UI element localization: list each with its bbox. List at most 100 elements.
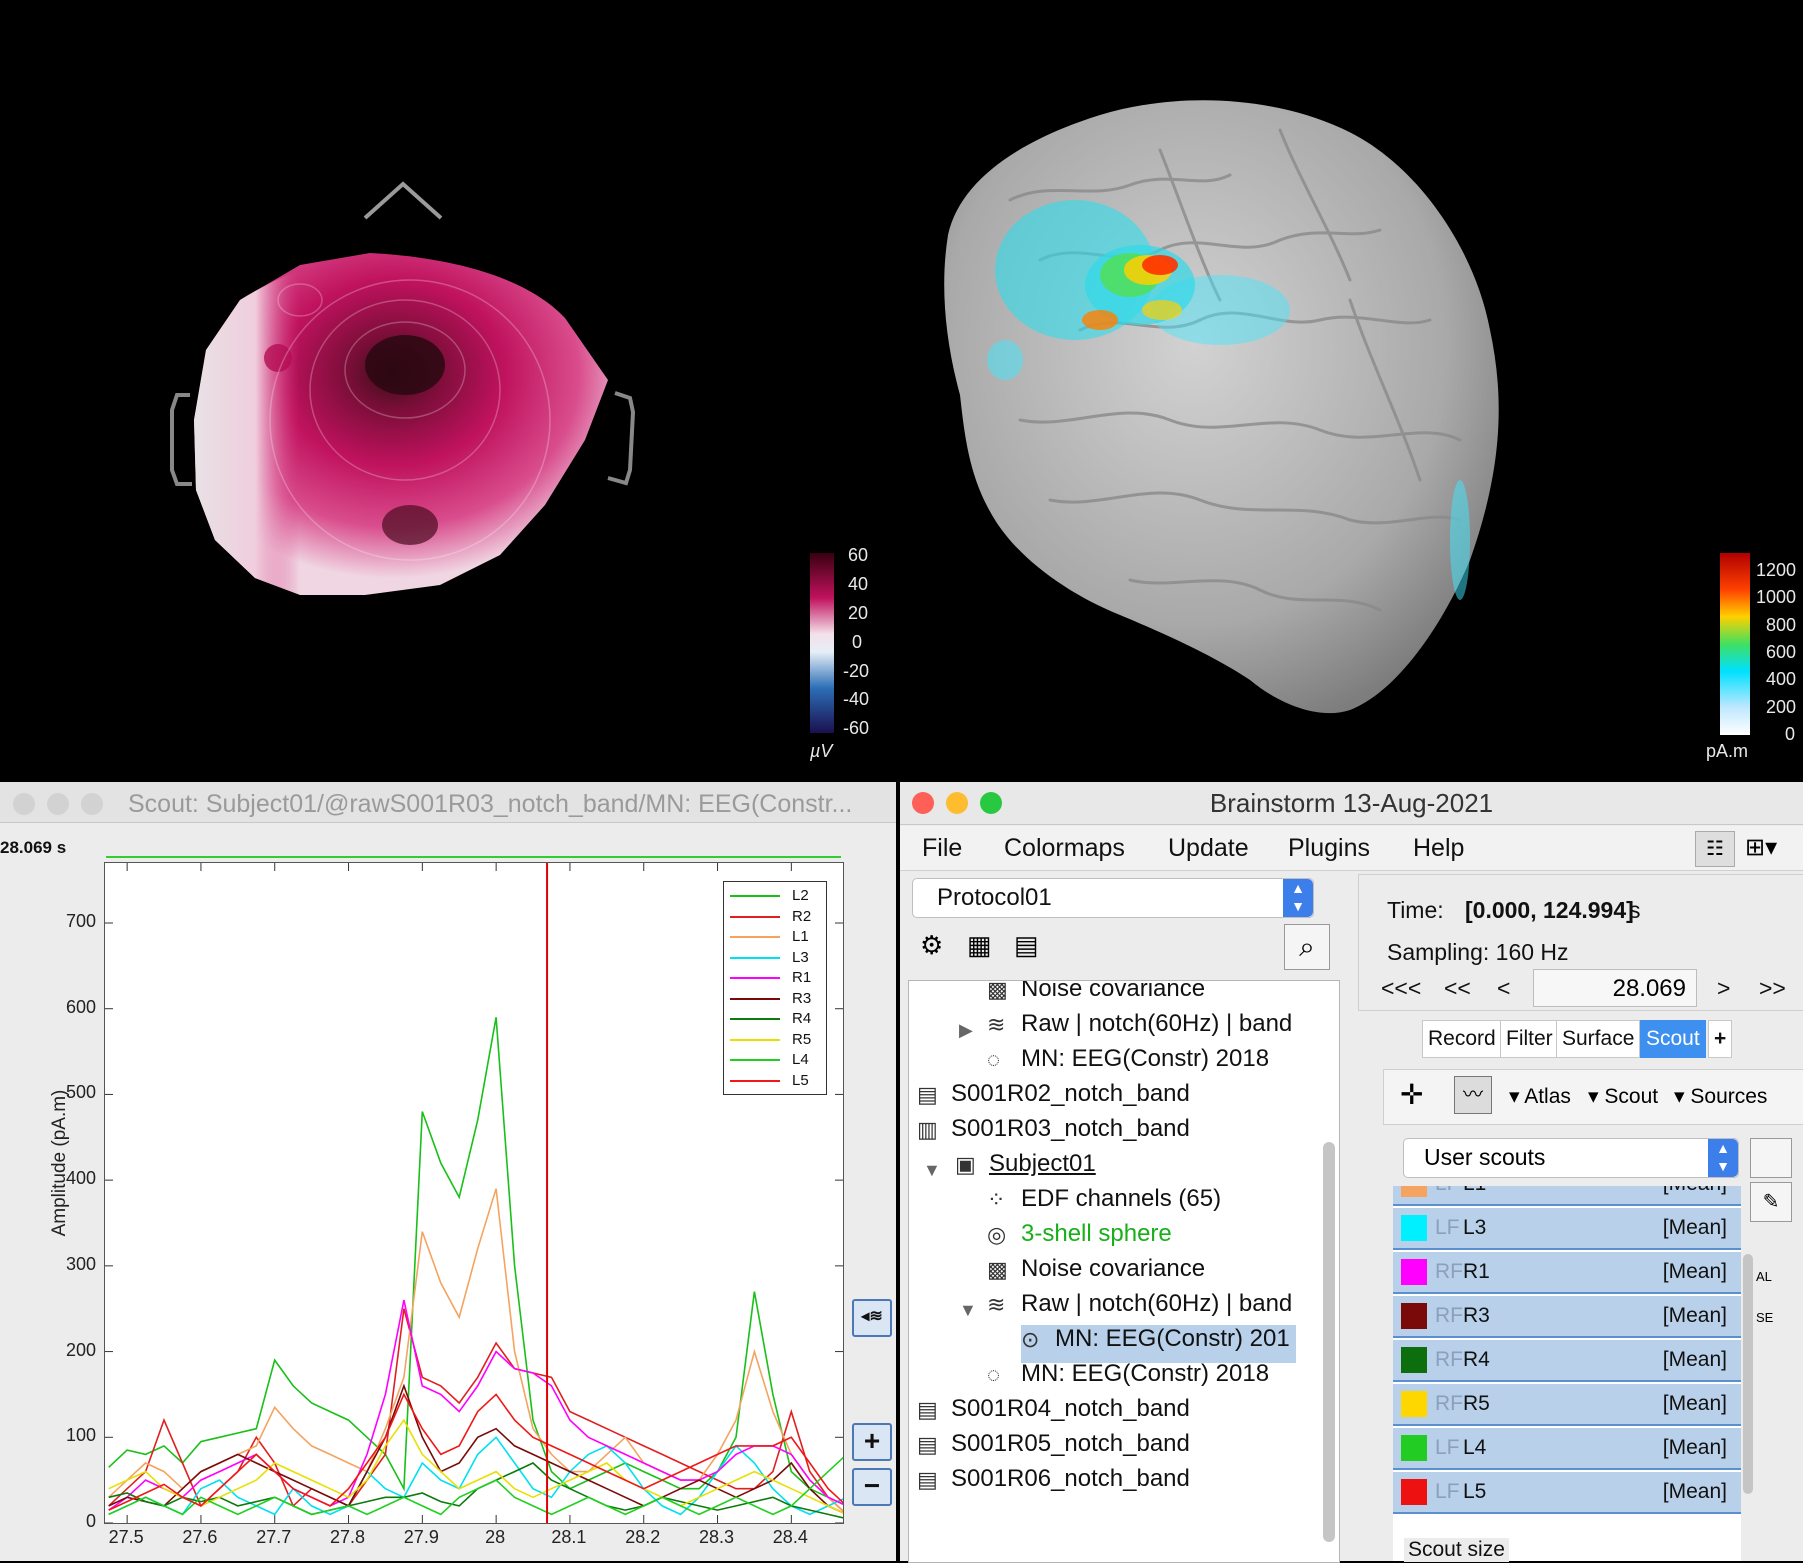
zoom-button[interactable]	[81, 793, 103, 815]
scout-row[interactable]: LFL1 [Mean]	[1393, 1186, 1741, 1206]
tree-node[interactable]: ▩ Noise covariance	[987, 980, 1206, 1013]
scout-function: [Mean]	[1662, 1348, 1727, 1371]
scout-function: [Mean]	[1662, 1436, 1727, 1459]
nav-prev-button[interactable]: <	[1497, 975, 1510, 1002]
crosshair-icon[interactable]: ✛	[1400, 1078, 1423, 1111]
collapse-arrow-icon[interactable]: ▼	[959, 1300, 977, 1321]
menu-help[interactable]: Help	[1413, 834, 1464, 863]
scout-row[interactable]: LF L4 [Mean]	[1393, 1428, 1741, 1470]
tab-record[interactable]: Record	[1422, 1020, 1502, 1058]
functional-condition-view-icon[interactable]: ▤	[1014, 930, 1039, 961]
nav-next-fast-button[interactable]: >>	[1759, 975, 1786, 1002]
tree-node[interactable]: ≋ Raw | notch(60Hz) | band	[987, 1010, 1292, 1048]
scout-list-scrollbar[interactable]	[1743, 1254, 1753, 1494]
tree-node-label: S001R04_notch_band	[951, 1395, 1190, 1422]
anatomy-view-icon[interactable]: ⚙	[920, 930, 943, 961]
link-icon: ⊙	[1021, 1326, 1040, 1352]
tree-node-label: Noise covariance	[1021, 980, 1206, 1002]
scout-function: [Mean]	[1662, 1392, 1727, 1415]
zoom-out-button[interactable]: −	[852, 1468, 892, 1506]
tree-node-label: MN: EEG(Constr) 2018	[1021, 1360, 1270, 1387]
scout-function: [Mean]	[1662, 1304, 1727, 1327]
tree-node[interactable]: ⁘ EDF channels (65)	[987, 1185, 1221, 1223]
scout-set-selector[interactable]: User scouts ▲ ▼	[1403, 1138, 1739, 1178]
menu-file[interactable]: File	[922, 834, 962, 863]
tree-node[interactable]: ▤ S001R04_notch_band	[917, 1395, 1190, 1433]
tree-node[interactable]: ⊙ MN: EEG(Constr) 201	[1021, 1325, 1296, 1363]
tab-filter[interactable]: Filter	[1500, 1020, 1559, 1058]
scout-row[interactable]: RF R5 [Mean]	[1393, 1384, 1741, 1426]
scout-menu[interactable]: ▾ Scout	[1588, 1084, 1658, 1109]
nav-next-button[interactable]: >	[1717, 975, 1730, 1002]
topography-view[interactable]: 60 40 20 0 -20 -40 -60 µV	[0, 0, 898, 780]
tab-scout[interactable]: Scout	[1640, 1020, 1706, 1058]
menu-colormaps[interactable]: Colormaps	[1004, 834, 1125, 863]
tree-node-label: S001R02_notch_band	[951, 1080, 1190, 1107]
brain-cbar-tick: 1000	[1756, 587, 1797, 607]
brainstorm-main-window: Brainstorm 13-Aug-2021 File Colormaps Up…	[900, 782, 1803, 1563]
tree-node[interactable]: ◎ 3-shell sphere	[987, 1220, 1172, 1258]
right-ear-marker	[607, 391, 636, 486]
topo-cbar-tick: -60	[843, 718, 870, 738]
legend-label: L2	[792, 887, 809, 904]
tree-node[interactable]: ▩ Noise covariance	[987, 1255, 1205, 1293]
scout-list[interactable]: LFL1[Mean]LFL3[Mean]RFR1[Mean]RFR3[Mean]…	[1393, 1186, 1741, 1561]
folder-icon[interactable]	[1750, 1138, 1792, 1178]
tree-node[interactable]: ▣ Subject01	[955, 1150, 1096, 1188]
scout-window-titlebar[interactable]: Scout: Subject01/@rawS001R03_notch_band/…	[0, 782, 896, 823]
protocol-selector[interactable]: Protocol01 ▲ ▼	[912, 878, 1314, 918]
y-tick-label: 700	[65, 911, 96, 931]
zoom-in-button[interactable]: +	[852, 1423, 892, 1461]
tree-node[interactable]: ◌ MN: EEG(Constr) 2018	[987, 1045, 1269, 1083]
noise-cov-icon: ▩	[987, 980, 1008, 1002]
tree-node[interactable]: ▤ S001R06_notch_band	[917, 1465, 1190, 1503]
tree-node[interactable]: ▤ S001R05_notch_band	[917, 1430, 1190, 1468]
series-line-L3	[108, 1436, 848, 1516]
tab-add[interactable]: +	[1708, 1020, 1733, 1058]
scout-row[interactable]: RF R4 [Mean]	[1393, 1340, 1741, 1382]
scout-row[interactable]: RF R1 [Mean]	[1393, 1252, 1741, 1294]
functional-subject-view-icon[interactable]: ▦	[967, 930, 992, 961]
menu-plugins[interactable]: Plugins	[1288, 834, 1370, 863]
brain-cbar-tick: 0	[1785, 724, 1796, 744]
edit-icon[interactable]: ✎	[1750, 1182, 1792, 1222]
series-line-R2	[108, 1308, 848, 1515]
expand-arrow-icon[interactable]: ▶	[959, 1020, 973, 1041]
tree-node[interactable]: ◌ MN: EEG(Constr) 2018	[987, 1360, 1269, 1398]
legend-swatch	[730, 997, 780, 1000]
time-range: [0.000, 124.994]	[1465, 897, 1634, 923]
database-tree[interactable]: ▩ Noise covariance ▶ ≋ Raw | notch(60Hz) | b…	[908, 980, 1340, 1563]
nav-first-button[interactable]: <<<	[1381, 975, 1421, 1002]
tab-surface[interactable]: Surface	[1556, 1020, 1641, 1058]
topo-cbar-tick: 60	[848, 545, 869, 565]
scout-color-swatch	[1401, 1479, 1427, 1505]
minimize-button[interactable]	[47, 793, 69, 815]
search-icon[interactable]: ⌕	[1284, 924, 1330, 970]
time-bar[interactable]	[106, 856, 841, 858]
tree-node[interactable]: ▤ S001R02_notch_band	[917, 1080, 1190, 1118]
display-mode-button[interactable]: ◂≋	[852, 1299, 892, 1337]
current-time-input[interactable]: 28.069	[1533, 969, 1697, 1007]
scout-row[interactable]: RF R3 [Mean]	[1393, 1296, 1741, 1338]
cortex-view[interactable]: 1200 1000 800 600 400 200 0 pA.m	[900, 0, 1803, 780]
tree-node[interactable]: ▥ S001R03_notch_band	[917, 1115, 1190, 1153]
tree-scrollbar[interactable]	[1323, 1142, 1335, 1542]
list-view-icon[interactable]: ☷	[1695, 831, 1735, 867]
scout-row[interactable]: LF L5 [Mean]	[1393, 1472, 1741, 1514]
x-tick-label: 27.7	[256, 1527, 292, 1547]
timeseries-icon[interactable]: 〰	[1454, 1076, 1492, 1114]
scout-row[interactable]: LF L3 [Mean]	[1393, 1208, 1741, 1250]
legend-swatch	[730, 915, 780, 918]
scout-plot[interactable]: L2 R2 L1 L3 R1 R3 R4 R5 L4 L5	[104, 862, 848, 1524]
tree-node-label: Raw | notch(60Hz) | band	[1021, 1010, 1293, 1037]
brainstorm-titlebar[interactable]: Brainstorm 13-Aug-2021	[900, 782, 1803, 825]
atlas-menu[interactable]: ▾ Atlas	[1509, 1084, 1571, 1109]
close-button[interactable]	[13, 793, 35, 815]
collapse-arrow-icon[interactable]: ▼	[923, 1160, 941, 1181]
sources-menu[interactable]: ▾ Sources	[1674, 1084, 1767, 1109]
layout-icon[interactable]: ⊞▾	[1745, 831, 1795, 865]
tree-node[interactable]: ≋ Raw | notch(60Hz) | band	[987, 1290, 1292, 1328]
menu-update[interactable]: Update	[1168, 834, 1249, 863]
topo-cbar-unit: µV	[810, 741, 833, 761]
nav-prev-fast-button[interactable]: <<	[1444, 975, 1471, 1002]
